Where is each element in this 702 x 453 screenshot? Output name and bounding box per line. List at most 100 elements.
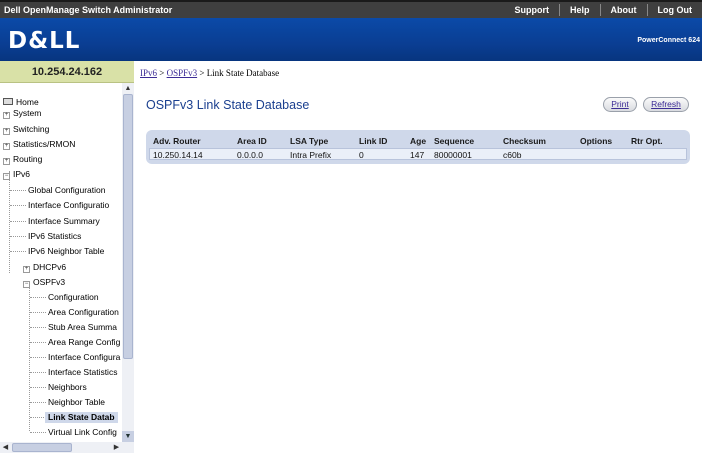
breadcrumb-link-ospfv3[interactable]: OSPFv3 [167, 68, 198, 78]
device-ip-panel: 10.254.24.162 [0, 61, 134, 83]
sidebar-item-link-state-database[interactable]: Link State Datab [45, 412, 118, 423]
column-header-options: Options [580, 136, 613, 146]
top-nav: Support Help About Log Out [504, 2, 702, 18]
cell-adv-router: 10.250.14.14 [153, 150, 203, 160]
sidebar-horizontal-scrollbar[interactable]: ◀ ▶ [0, 442, 134, 453]
column-header-age: Age [410, 136, 427, 146]
scroll-up-arrow-icon[interactable]: ▲ [122, 83, 134, 94]
tree-connector [30, 342, 46, 343]
expand-plus-icon[interactable]: + [3, 158, 10, 165]
tree-connector [9, 171, 10, 273]
sidebar-item-neighbor-table[interactable]: Neighbor Table [48, 397, 105, 408]
breadcrumb-separator: > [197, 68, 207, 78]
tree-connector [30, 312, 46, 313]
sidebar-item-routing[interactable]: + Routing [3, 154, 42, 165]
device-ip-address: 10.254.24.162 [31, 66, 103, 78]
app-title: Dell OpenManage Switch Administrator [4, 5, 173, 15]
cell-link-id: 0 [359, 150, 364, 160]
sidebar-item-ospf-interface-configuration[interactable]: Interface Configura [48, 352, 120, 363]
tree-connector [30, 297, 46, 298]
scroll-right-arrow-icon[interactable]: ▶ [111, 442, 122, 453]
sidebar-item-neighbors[interactable]: Neighbors [48, 382, 87, 393]
support-link[interactable]: Support [504, 4, 559, 16]
tree-connector [30, 417, 44, 418]
sidebar-item-area-configuration[interactable]: Area Configuration [48, 307, 119, 318]
sidebar-item-global-configuration[interactable]: Global Configuration [28, 185, 106, 196]
tree-connector [10, 205, 26, 206]
tree-connector [10, 251, 26, 252]
top-bar: Dell OpenManage Switch Administrator Sup… [0, 0, 702, 18]
column-header-sequence: Sequence [434, 136, 475, 146]
sidebar-item-stub-area-summary[interactable]: Stub Area Summa [48, 322, 117, 333]
sidebar-item-interface-configuration[interactable]: Interface Configuratio [28, 200, 109, 211]
tree-connector [10, 190, 26, 191]
expand-plus-icon[interactable]: + [23, 266, 30, 273]
scroll-thumb[interactable] [123, 94, 133, 359]
tree-connector [30, 372, 46, 373]
cell-lsa-type: Intra Prefix [290, 150, 332, 160]
sidebar-item-label: Statistics/RMON [13, 139, 76, 149]
expand-plus-icon[interactable]: + [3, 143, 10, 150]
brand-banner: D&LL PowerConnect 624 [0, 18, 702, 61]
sidebar-item-dhcpv6[interactable]: + DHCPv6 [23, 262, 66, 273]
tree-connector [10, 221, 26, 222]
refresh-button[interactable]: Refresh [643, 97, 689, 112]
scroll-down-arrow-icon[interactable]: ▼ [122, 431, 134, 442]
tree-connector [30, 327, 46, 328]
expand-plus-icon[interactable]: + [3, 112, 10, 119]
cell-area-id: 0.0.0.0 [237, 150, 263, 160]
sidebar-item-label: System [13, 108, 42, 118]
sidebar-vertical-scrollbar[interactable]: ▲ ▼ [122, 83, 134, 442]
cell-age: 147 [410, 150, 425, 160]
sidebar-item-switching[interactable]: + Switching [3, 124, 49, 135]
help-link[interactable]: Help [558, 4, 600, 16]
sidebar-item-label: IPv6 [13, 169, 31, 179]
expand-plus-icon[interactable]: + [3, 128, 10, 135]
scroll-thumb[interactable] [12, 443, 72, 452]
print-button[interactable]: Print [603, 97, 637, 112]
tree-connector [30, 387, 46, 388]
sidebar-item-area-range-config[interactable]: Area Range Config [48, 337, 120, 348]
sidebar-item-ipv6-statistics[interactable]: IPv6 Statistics [28, 231, 81, 242]
cell-sequence: 80000001 [434, 150, 472, 160]
tree-connector [10, 236, 26, 237]
sidebar-item-ospf-configuration[interactable]: Configuration [48, 292, 99, 303]
tree-connector [30, 402, 46, 403]
sidebar-item-label: DHCPv6 [33, 262, 67, 272]
product-name: PowerConnect 624 [637, 37, 700, 44]
column-header-area-id: Area ID [237, 136, 267, 146]
scroll-left-arrow-icon[interactable]: ◀ [0, 442, 11, 453]
sidebar-item-home[interactable]: Home [3, 97, 39, 108]
about-link[interactable]: About [599, 4, 647, 16]
column-header-link-id: Link ID [359, 136, 388, 146]
sidebar-item-label: Routing [13, 154, 43, 164]
sidebar-item-system[interactable]: + System [3, 108, 41, 119]
sidebar-item-virtual-link-config[interactable]: Virtual Link Config [48, 427, 117, 438]
logout-link[interactable]: Log Out [646, 4, 702, 16]
sidebar-item-ipv6[interactable]: − IPv6 [3, 169, 30, 180]
sidebar-item-ospfv3[interactable]: − OSPFv3 [23, 277, 65, 288]
breadcrumb-link-ipv6[interactable]: IPv6 [140, 68, 157, 78]
breadcrumb-current: Link State Database [206, 68, 280, 78]
collapse-minus-icon[interactable]: − [3, 173, 10, 180]
sidebar-item-ospf-interface-statistics[interactable]: Interface Statistics [48, 367, 117, 378]
column-header-checksum: Checksum [503, 136, 546, 146]
tree-connector [30, 432, 46, 433]
link-state-database-table: Adv. Router Area ID LSA Type Link ID Age… [146, 130, 690, 164]
column-header-lsa-type: LSA Type [290, 136, 329, 146]
sidebar-item-label: OSPFv3 [33, 277, 66, 287]
sidebar-nav-tree: Home + System + Switching + Statistics/RMON… [0, 83, 134, 453]
sidebar-item-interface-summary[interactable]: Interface Summary [28, 216, 100, 227]
table-header: Adv. Router Area ID LSA Type Link ID Age… [149, 133, 687, 148]
dell-logo: D&LL [8, 28, 81, 54]
home-icon [3, 98, 13, 105]
sidebar-item-ipv6-neighbor-table[interactable]: IPv6 Neighbor Table [28, 246, 104, 257]
column-header-adv-router: Adv. Router [153, 136, 201, 146]
tree-connector [30, 357, 46, 358]
collapse-minus-icon[interactable]: − [23, 281, 30, 288]
tree-connector [29, 281, 30, 431]
sidebar-item-label: Switching [13, 124, 50, 134]
sidebar-item-statistics[interactable]: + Statistics/RMON [3, 139, 75, 150]
breadcrumb: IPv6 > OSPFv3 > Link State Database [140, 68, 279, 78]
sidebar-item-label: Home [16, 97, 39, 107]
